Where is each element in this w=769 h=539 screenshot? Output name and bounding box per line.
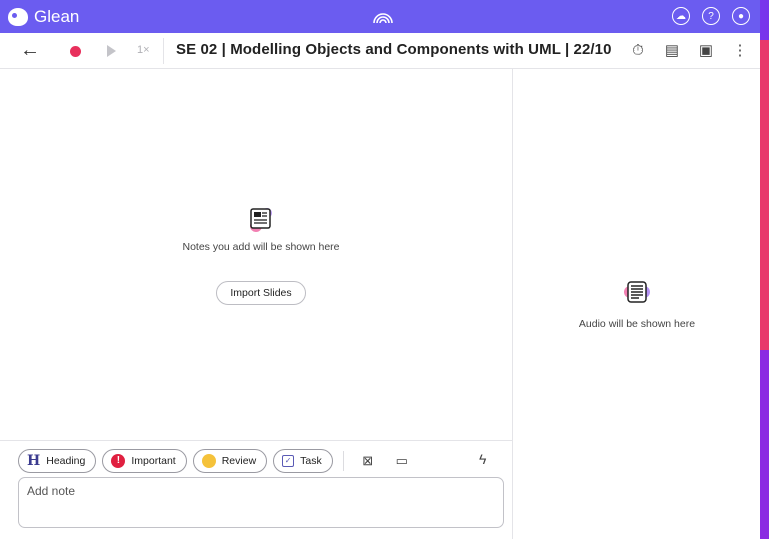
image-icon[interactable]: ⊠ <box>360 453 376 469</box>
notes-pane: Notes you add will be shown here Import … <box>0 69 512 440</box>
audio-empty-message: Audio will be shown here <box>578 318 696 330</box>
add-note-input[interactable] <box>18 477 504 528</box>
thinking-face-icon <box>201 454 216 468</box>
heading-chip[interactable]: H Heading <box>18 449 97 473</box>
session-title[interactable]: SE 02 | Modelling Objects and Components… <box>176 41 612 58</box>
lightning-icon[interactable]: ϟ <box>479 451 486 467</box>
playback-speed[interactable]: 1× <box>137 44 150 56</box>
note-composer: H Heading ! Important Review ✓ Task ⊠ ▭ … <box>0 440 512 539</box>
chip-divider <box>342 451 344 471</box>
import-slides-button[interactable]: Import Slides <box>216 281 306 305</box>
glean-logo-icon <box>8 7 28 26</box>
important-chip[interactable]: ! Important <box>102 449 187 473</box>
checkbox-icon: ✓ <box>282 455 295 467</box>
timer-icon[interactable]: ⏱ <box>628 41 648 61</box>
app-logo[interactable]: Glean <box>8 7 79 27</box>
back-arrow-icon[interactable]: ← <box>20 39 40 62</box>
app-bar: Glean ☁ ? ● <box>0 0 760 33</box>
rainbow-icon <box>373 13 393 24</box>
notes-empty-message: Notes you add will be shown here <box>182 241 340 253</box>
help-icon[interactable]: ? <box>702 7 720 25</box>
play-button[interactable] <box>107 45 116 57</box>
notes-view-icon[interactable]: ▤ <box>662 41 682 61</box>
record-button[interactable] <box>70 46 81 57</box>
audio-pane: Audio will be shown here <box>512 69 760 539</box>
toolbar-divider <box>163 38 164 64</box>
exclamation-icon: ! <box>111 454 126 468</box>
card-icon[interactable]: ▭ <box>394 453 410 469</box>
review-chip[interactable]: Review <box>192 449 268 473</box>
audio-transcript-icon <box>624 281 650 303</box>
chip-label: Task <box>300 455 322 467</box>
chip-label: Heading <box>46 455 86 467</box>
more-options-icon[interactable]: ⋮ <box>730 41 750 61</box>
app-name: Glean <box>34 6 80 26</box>
cloud-sync-icon[interactable]: ☁ <box>672 7 690 25</box>
layout-icon[interactable]: ▣ <box>696 41 716 61</box>
session-toolbar: ← 1× SE 02 | Modelling Objects and Compo… <box>0 33 760 69</box>
chip-label: Review <box>221 455 257 467</box>
account-icon[interactable]: ● <box>732 7 750 25</box>
heading-icon: H <box>27 453 41 469</box>
task-chip[interactable]: ✓ Task <box>273 449 333 473</box>
chip-label: Important <box>131 455 176 467</box>
notes-document-icon <box>250 208 272 232</box>
